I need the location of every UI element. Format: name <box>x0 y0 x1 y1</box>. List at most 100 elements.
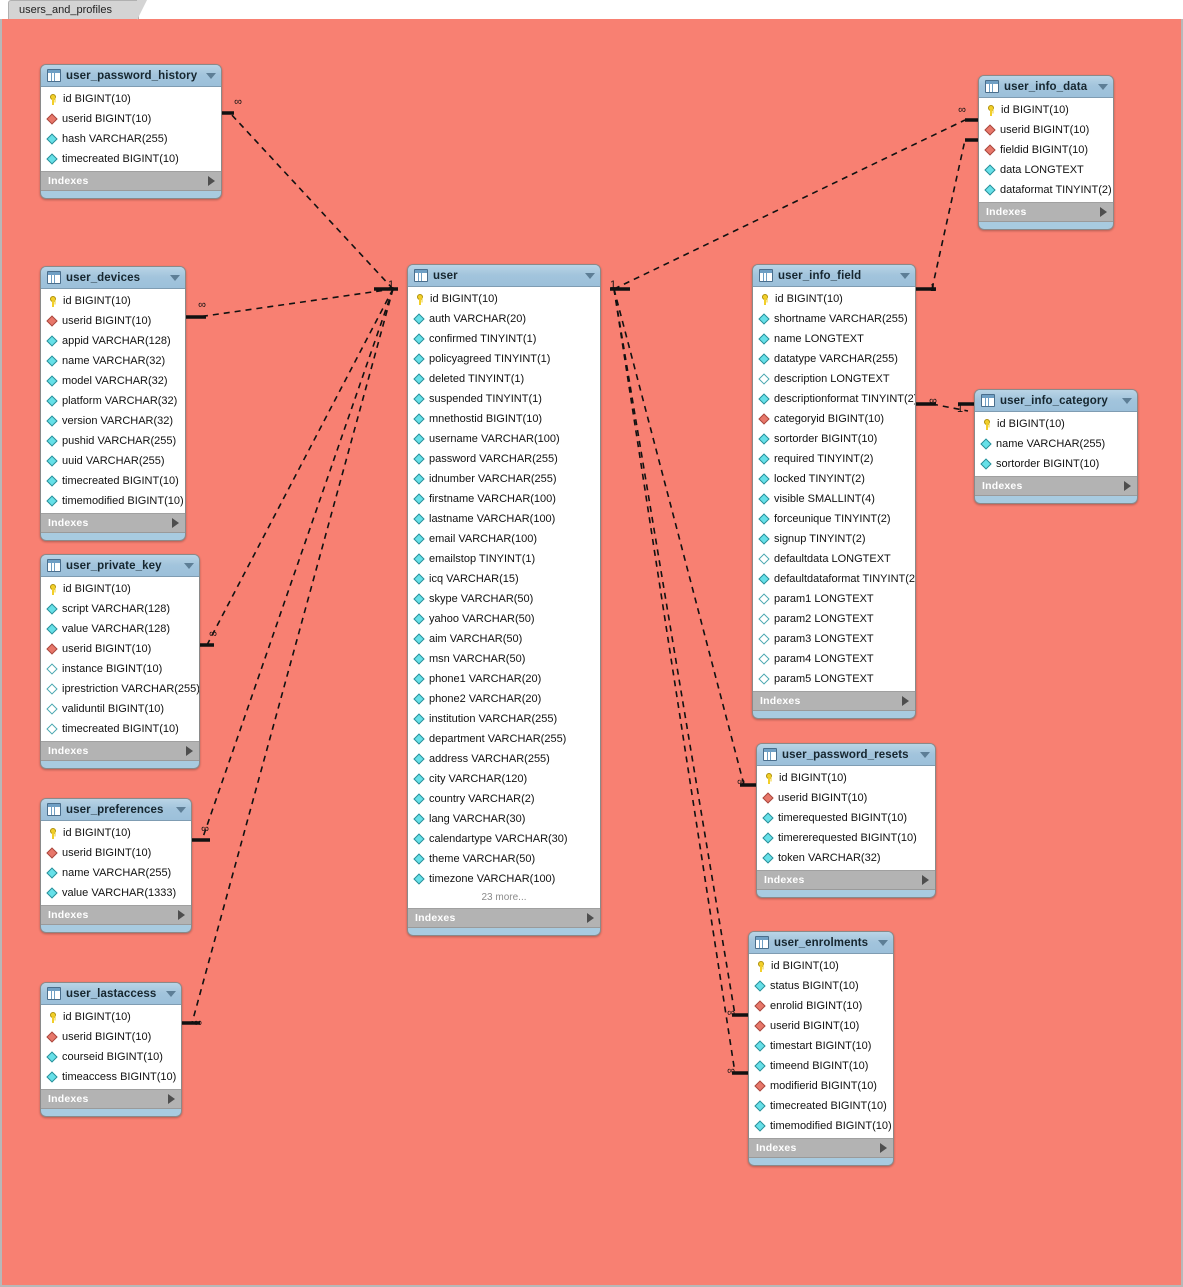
column-row[interactable]: id BIGINT(10) <box>41 579 199 599</box>
column-row[interactable]: id BIGINT(10) <box>753 289 915 309</box>
column-row[interactable]: description LONGTEXT <box>753 369 915 389</box>
column-row[interactable]: skype VARCHAR(50) <box>408 589 600 609</box>
column-row[interactable]: defaultdataformat TINYINT(2) <box>753 569 915 589</box>
chevron-down-icon[interactable] <box>166 990 176 997</box>
column-row[interactable]: auth VARCHAR(20) <box>408 309 600 329</box>
column-row[interactable]: name LONGTEXT <box>753 329 915 349</box>
column-row[interactable]: id BIGINT(10) <box>408 289 600 309</box>
column-row[interactable]: userid BIGINT(10) <box>749 1016 893 1036</box>
table-header-user_private_key[interactable]: user_private_key <box>41 555 199 577</box>
diagram-tab[interactable]: users_and_profiles <box>8 0 147 20</box>
column-row[interactable]: param1 LONGTEXT <box>753 589 915 609</box>
column-row[interactable]: iprestriction VARCHAR(255) <box>41 679 199 699</box>
column-row[interactable]: data LONGTEXT <box>979 160 1113 180</box>
column-row[interactable]: country VARCHAR(2) <box>408 789 600 809</box>
table-card-user_enrolments[interactable]: user_enrolments id BIGINT(10) status BIGIN… <box>748 931 894 1166</box>
table-header-user_enrolments[interactable]: user_enrolments <box>749 932 893 954</box>
table-card-user_password_history[interactable]: user_password_history id BIGINT(10) userid… <box>40 64 222 199</box>
column-row[interactable]: suspended TINYINT(1) <box>408 389 600 409</box>
column-row[interactable]: status BIGINT(10) <box>749 976 893 996</box>
table-card-user_info_data[interactable]: user_info_data id BIGINT(10) userid BIGINT… <box>978 75 1114 230</box>
column-row[interactable]: timecreated BIGINT(10) <box>41 471 185 491</box>
table-header-user_info_data[interactable]: user_info_data <box>979 76 1113 98</box>
column-row[interactable]: name VARCHAR(255) <box>975 434 1137 454</box>
indexes-section-user_info_category[interactable]: Indexes <box>975 477 1137 496</box>
indexes-section-user_devices[interactable]: Indexes <box>41 514 185 533</box>
table-card-user_devices[interactable]: user_devices id BIGINT(10) userid BIGINT(1… <box>40 266 186 541</box>
column-row[interactable]: icq VARCHAR(15) <box>408 569 600 589</box>
column-row[interactable]: userid BIGINT(10) <box>757 788 935 808</box>
column-row[interactable]: required TINYINT(2) <box>753 449 915 469</box>
expand-arrow-icon[interactable] <box>172 518 179 528</box>
column-row[interactable]: password VARCHAR(255) <box>408 449 600 469</box>
column-row[interactable]: phone1 VARCHAR(20) <box>408 669 600 689</box>
column-row[interactable]: instance BIGINT(10) <box>41 659 199 679</box>
column-row[interactable]: defaultdata LONGTEXT <box>753 549 915 569</box>
chevron-down-icon[interactable] <box>176 806 186 813</box>
indexes-section-user_info_data[interactable]: Indexes <box>979 203 1113 222</box>
column-row[interactable]: yahoo VARCHAR(50) <box>408 609 600 629</box>
table-card-user_info_field[interactable]: user_info_field id BIGINT(10) shortname VA… <box>752 264 916 719</box>
column-row[interactable]: timemodified BIGINT(10) <box>749 1116 893 1136</box>
table-header-user_lastaccess[interactable]: user_lastaccess <box>41 983 181 1005</box>
column-row[interactable]: value VARCHAR(1333) <box>41 883 191 903</box>
column-row[interactable]: userid BIGINT(10) <box>41 109 221 129</box>
column-row[interactable]: timestart BIGINT(10) <box>749 1036 893 1056</box>
column-row[interactable]: categoryid BIGINT(10) <box>753 409 915 429</box>
column-row[interactable]: id BIGINT(10) <box>41 89 221 109</box>
indexes-section-user_password_history[interactable]: Indexes <box>41 172 221 191</box>
column-row[interactable]: userid BIGINT(10) <box>41 843 191 863</box>
column-row[interactable]: timemodified BIGINT(10) <box>41 491 185 511</box>
column-row[interactable]: modifierid BIGINT(10) <box>749 1076 893 1096</box>
column-row[interactable]: descriptionformat TINYINT(2) <box>753 389 915 409</box>
chevron-down-icon[interactable] <box>878 939 888 946</box>
table-card-user_password_resets[interactable]: user_password_resets id BIGINT(10) userid … <box>756 743 936 898</box>
column-row[interactable]: platform VARCHAR(32) <box>41 391 185 411</box>
column-row[interactable]: locked TINYINT(2) <box>753 469 915 489</box>
column-row[interactable]: emailstop TINYINT(1) <box>408 549 600 569</box>
column-row[interactable]: msn VARCHAR(50) <box>408 649 600 669</box>
column-row[interactable]: id BIGINT(10) <box>975 414 1137 434</box>
column-row[interactable]: name VARCHAR(255) <box>41 863 191 883</box>
indexes-section-user_preferences[interactable]: Indexes <box>41 906 191 925</box>
indexes-section-user_info_field[interactable]: Indexes <box>753 692 915 711</box>
table-header-user_password_resets[interactable]: user_password_resets <box>757 744 935 766</box>
column-row[interactable]: dataformat TINYINT(2) <box>979 180 1113 200</box>
expand-arrow-icon[interactable] <box>880 1143 887 1153</box>
column-row[interactable]: theme VARCHAR(50) <box>408 849 600 869</box>
column-row[interactable]: courseid BIGINT(10) <box>41 1047 181 1067</box>
column-row[interactable]: param3 LONGTEXT <box>753 629 915 649</box>
column-row[interactable]: timeaccess BIGINT(10) <box>41 1067 181 1087</box>
column-row[interactable]: version VARCHAR(32) <box>41 411 185 431</box>
expand-arrow-icon[interactable] <box>178 910 185 920</box>
expand-arrow-icon[interactable] <box>587 913 594 923</box>
chevron-down-icon[interactable] <box>1098 83 1108 90</box>
expand-arrow-icon[interactable] <box>922 875 929 885</box>
expand-arrow-icon[interactable] <box>902 696 909 706</box>
column-row[interactable]: script VARCHAR(128) <box>41 599 199 619</box>
column-row[interactable]: timecreated BIGINT(10) <box>41 719 199 739</box>
column-row[interactable]: shortname VARCHAR(255) <box>753 309 915 329</box>
expand-arrow-icon[interactable] <box>1124 481 1131 491</box>
table-header-user_info_category[interactable]: user_info_category <box>975 390 1137 412</box>
column-row[interactable]: userid BIGINT(10) <box>979 120 1113 140</box>
column-row[interactable]: aim VARCHAR(50) <box>408 629 600 649</box>
column-row[interactable]: username VARCHAR(100) <box>408 429 600 449</box>
table-header-user[interactable]: user <box>408 265 600 287</box>
column-row[interactable]: forceunique TINYINT(2) <box>753 509 915 529</box>
column-row[interactable]: institution VARCHAR(255) <box>408 709 600 729</box>
column-row[interactable]: pushid VARCHAR(255) <box>41 431 185 451</box>
column-row[interactable]: name VARCHAR(32) <box>41 351 185 371</box>
column-row[interactable]: validuntil BIGINT(10) <box>41 699 199 719</box>
column-row[interactable]: param4 LONGTEXT <box>753 649 915 669</box>
column-row[interactable]: model VARCHAR(32) <box>41 371 185 391</box>
column-row[interactable]: lang VARCHAR(30) <box>408 809 600 829</box>
chevron-down-icon[interactable] <box>585 272 595 279</box>
column-row[interactable]: userid BIGINT(10) <box>41 311 185 331</box>
column-row[interactable]: email VARCHAR(100) <box>408 529 600 549</box>
column-row[interactable]: policyagreed TINYINT(1) <box>408 349 600 369</box>
column-row[interactable]: timecreated BIGINT(10) <box>41 149 221 169</box>
column-row[interactable]: id BIGINT(10) <box>749 956 893 976</box>
column-row[interactable]: calendartype VARCHAR(30) <box>408 829 600 849</box>
column-row[interactable]: id BIGINT(10) <box>41 1007 181 1027</box>
